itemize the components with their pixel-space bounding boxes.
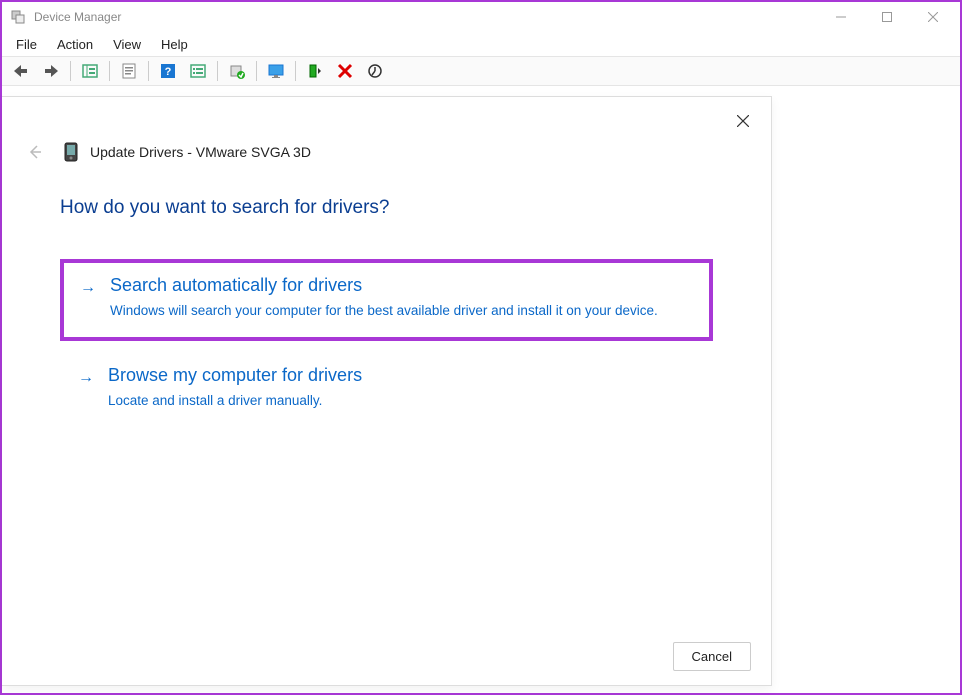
arrow-right-icon: →	[80, 279, 96, 297]
dialog-back-button[interactable]	[24, 141, 46, 163]
menubar: File Action View Help	[2, 32, 960, 56]
enable-device-icon[interactable]	[301, 58, 329, 84]
minimize-button[interactable]	[818, 2, 864, 32]
option-browse-desc: Locate and install a driver manually.	[108, 392, 668, 411]
window-title: Device Manager	[34, 10, 121, 24]
menu-view[interactable]: View	[103, 35, 151, 54]
help-icon[interactable]: ?	[154, 58, 182, 84]
uninstall-device-icon[interactable]	[331, 58, 359, 84]
svg-text:?: ?	[165, 66, 172, 78]
device-icon	[64, 142, 80, 162]
toolbar: ?	[2, 56, 960, 86]
option-search-auto-desc: Windows will search your computer for th…	[110, 302, 670, 321]
monitor-icon[interactable]	[262, 58, 290, 84]
option-search-auto[interactable]: → Search automatically for drivers Windo…	[60, 259, 713, 341]
device-manager-icon	[10, 9, 26, 25]
show-hidden-icon[interactable]	[76, 58, 104, 84]
close-dialog-button[interactable]	[729, 107, 757, 135]
option-browse-title: Browse my computer for drivers	[108, 365, 695, 386]
option-search-auto-title: Search automatically for drivers	[110, 275, 693, 296]
disable-device-icon[interactable]	[361, 58, 389, 84]
update-driver-dialog: Update Drivers - VMware SVGA 3D How do y…	[2, 96, 772, 686]
menu-file[interactable]: File	[6, 35, 47, 54]
option-browse[interactable]: → Browse my computer for drivers Locate …	[60, 365, 713, 411]
content-area: Update Drivers - VMware SVGA 3D How do y…	[2, 86, 960, 693]
scan-hardware-icon[interactable]	[184, 58, 212, 84]
properties-icon[interactable]	[115, 58, 143, 84]
update-driver-icon[interactable]	[223, 58, 251, 84]
forward-icon[interactable]	[37, 58, 65, 84]
maximize-button[interactable]	[864, 2, 910, 32]
back-icon[interactable]	[7, 58, 35, 84]
titlebar: Device Manager	[2, 2, 960, 32]
dialog-question: How do you want to search for drivers?	[60, 197, 713, 219]
arrow-right-icon: →	[78, 369, 94, 387]
menu-action[interactable]: Action	[47, 35, 103, 54]
dialog-title: Update Drivers - VMware SVGA 3D	[90, 144, 311, 160]
close-window-button[interactable]	[910, 2, 956, 32]
dialog-header: Update Drivers - VMware SVGA 3D	[2, 97, 771, 173]
menu-help[interactable]: Help	[151, 35, 198, 54]
cancel-button[interactable]: Cancel	[673, 642, 751, 671]
